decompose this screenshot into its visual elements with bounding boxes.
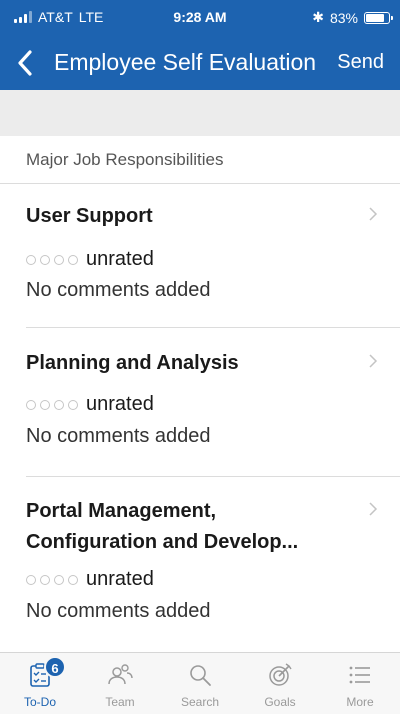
rating-label: unrated — [86, 248, 154, 270]
rating-label: unrated — [86, 568, 154, 590]
bluetooth-icon: ✱ — [312, 9, 324, 25]
app-header: AT&T LTE 9:28 AM ✱ 83% Employee Self Eva… — [0, 0, 400, 90]
tab-label: Search — [180, 695, 220, 709]
spacer-band — [0, 90, 400, 136]
team-icon — [108, 664, 133, 685]
tab-label: Team — [105, 695, 135, 709]
back-chevron-icon[interactable] — [14, 48, 36, 78]
item-title: Planning and Analysis — [26, 352, 239, 374]
tab-todo[interactable]: 6 To-Do — [0, 653, 80, 714]
comments-label: No comments added — [26, 425, 211, 447]
item-divider — [26, 327, 400, 328]
navigation-bar: Employee Self Evaluation Send — [0, 36, 400, 90]
status-bar: AT&T LTE 9:28 AM ✱ 83% — [0, 0, 400, 36]
status-right: ✱ 83% — [312, 9, 393, 26]
battery-percent: 83% — [329, 9, 358, 26]
list-item[interactable]: Planning and Analysis unrated No comment… — [0, 330, 400, 477]
item-divider — [26, 476, 400, 477]
rating-dots-icon — [26, 574, 78, 585]
item-title: Portal Management, Configuration and Dev… — [26, 500, 299, 553]
comments-label: No comments added — [26, 279, 211, 301]
list-item[interactable]: User Support unrated No comments added — [0, 185, 400, 328]
page-title: Employee Self Evaluation — [54, 49, 317, 75]
tab-more[interactable]: More — [320, 653, 400, 714]
rating-row: unrated — [26, 568, 154, 591]
search-icon — [190, 665, 211, 686]
section-header: Major Job Responsibilities — [0, 136, 400, 184]
rating-dots-icon — [26, 254, 78, 265]
rating-row: unrated — [26, 393, 154, 416]
battery-fill — [366, 13, 385, 22]
chevron-right-icon — [369, 354, 378, 368]
battery-icon — [364, 11, 393, 24]
rating-dots-icon — [26, 399, 78, 410]
tab-search[interactable]: Search — [160, 653, 240, 714]
tab-label: To-Do — [23, 695, 56, 709]
tab-team[interactable]: Team — [80, 653, 160, 714]
chevron-right-icon — [369, 502, 378, 516]
send-button[interactable]: Send — [337, 51, 384, 74]
rating-label: unrated — [86, 393, 154, 415]
more-icon — [349, 666, 370, 684]
comments-label: No comments added — [26, 600, 211, 622]
list-item[interactable]: Portal Management, Configuration and Dev… — [0, 478, 400, 650]
rating-row: unrated — [26, 248, 154, 271]
chevron-right-icon — [369, 207, 378, 221]
tab-goals[interactable]: Goals — [240, 653, 320, 714]
goals-icon — [269, 663, 292, 686]
tab-bar: 6 To-Do Team Search Goals More — [0, 652, 400, 714]
tab-label: Goals — [264, 695, 296, 709]
tab-label: More — [346, 695, 374, 709]
item-title: User Support — [26, 205, 153, 227]
todo-badge: 6 — [44, 656, 66, 678]
